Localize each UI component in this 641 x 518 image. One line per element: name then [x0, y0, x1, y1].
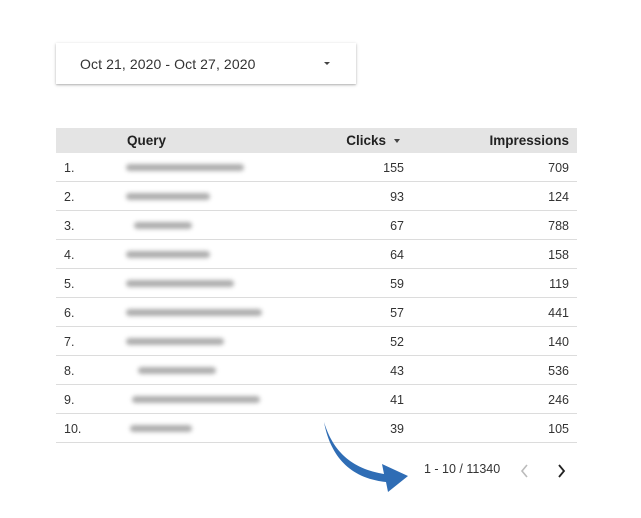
date-range-label: Oct 21, 2020 - Oct 27, 2020	[80, 55, 256, 72]
impressions-cell: 119	[549, 277, 569, 291]
row-number: 5.	[64, 277, 75, 291]
table-row: 4. 64 158	[56, 240, 577, 269]
impressions-cell: 105	[548, 422, 569, 436]
table-header: Query Clicks Impressions	[56, 128, 577, 153]
redacted-query	[126, 280, 234, 287]
clicks-cell: 64	[390, 248, 404, 262]
redacted-query	[132, 396, 260, 403]
clicks-cell: 57	[390, 306, 404, 320]
row-number: 2.	[64, 190, 75, 204]
query-table: Query Clicks Impressions 1. 155 709 2. 9…	[56, 128, 577, 443]
redacted-query	[126, 309, 262, 316]
table-row: 2. 93 124	[56, 182, 577, 211]
pagination-range: 1 - 10 / 11340	[424, 462, 501, 476]
redacted-query	[126, 338, 224, 345]
clicks-cell: 41	[390, 393, 404, 407]
clicks-cell: 52	[390, 335, 404, 349]
chevron-left-icon[interactable]	[518, 462, 532, 480]
row-number: 9.	[64, 393, 75, 407]
column-header-clicks-label: Clicks	[346, 133, 386, 148]
clicks-cell: 59	[390, 277, 404, 291]
row-number: 4.	[64, 248, 75, 262]
impressions-cell: 246	[548, 393, 569, 407]
table-row: 3. 67 788	[56, 211, 577, 240]
dropdown-caret-icon	[324, 62, 330, 65]
redacted-query	[130, 425, 192, 432]
date-range-picker[interactable]: Oct 21, 2020 - Oct 27, 2020	[56, 43, 356, 84]
table-row: 10. 39 105	[56, 414, 577, 443]
row-number: 6.	[64, 306, 75, 320]
impressions-cell: 140	[548, 335, 569, 349]
clicks-cell: 67	[390, 219, 404, 233]
sort-descending-icon	[394, 138, 400, 143]
column-header-clicks[interactable]: Clicks	[346, 133, 400, 148]
row-number: 7.	[64, 335, 75, 349]
table-row: 7. 52 140	[56, 327, 577, 356]
redacted-query	[126, 193, 210, 200]
column-header-impressions[interactable]: Impressions	[489, 133, 569, 148]
table-row: 8. 43 536	[56, 356, 577, 385]
redacted-query	[126, 251, 210, 258]
impressions-cell: 158	[548, 248, 569, 262]
clicks-cell: 43	[390, 364, 404, 378]
table-row: 9. 41 246	[56, 385, 577, 414]
row-number: 10.	[64, 422, 82, 436]
redacted-query	[138, 367, 216, 374]
row-number: 3.	[64, 219, 75, 233]
impressions-cell: 441	[548, 306, 569, 320]
impressions-cell: 709	[548, 161, 569, 175]
impressions-cell: 536	[548, 364, 569, 378]
table-row: 5. 59 119	[56, 269, 577, 298]
row-number: 8.	[64, 364, 75, 378]
row-number: 1.	[64, 161, 75, 175]
impressions-cell: 124	[548, 190, 569, 204]
curved-arrow-icon	[324, 422, 408, 492]
redacted-query	[126, 164, 244, 171]
impressions-cell: 788	[548, 219, 569, 233]
chevron-right-icon[interactable]	[554, 462, 568, 480]
table-row: 1. 155 709	[56, 153, 577, 182]
redacted-query	[134, 222, 192, 229]
table-row: 6. 57 441	[56, 298, 577, 327]
column-header-query[interactable]: Query	[127, 133, 166, 148]
clicks-cell: 93	[390, 190, 404, 204]
clicks-cell: 155	[383, 161, 404, 175]
